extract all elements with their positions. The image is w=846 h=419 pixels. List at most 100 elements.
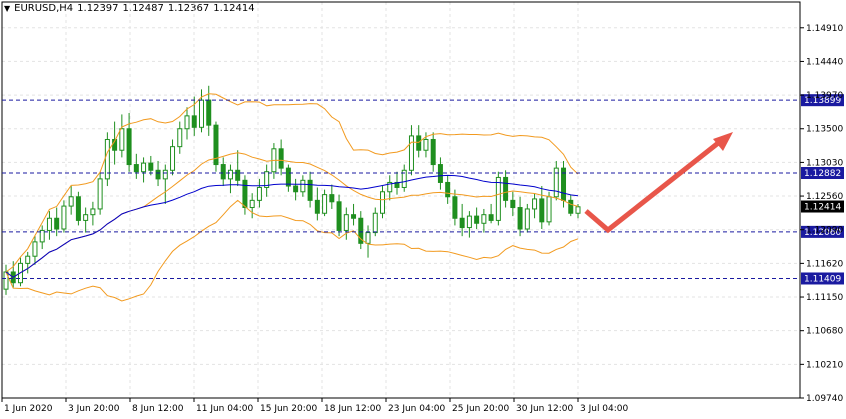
- candle-body: [437, 164, 443, 183]
- current-price-label: 1.12414: [804, 203, 841, 213]
- candle: [264, 164, 270, 197]
- candle: [249, 193, 255, 219]
- candle: [524, 203, 530, 233]
- candle: [474, 207, 480, 230]
- level-label: 1.12882: [804, 169, 841, 179]
- candle: [401, 164, 407, 192]
- candle: [25, 251, 31, 274]
- candle: [141, 157, 147, 183]
- candle: [83, 207, 89, 233]
- candle: [336, 194, 342, 237]
- forecast-arrow-icon[interactable]: [584, 132, 733, 234]
- candle-body: [293, 185, 299, 193]
- candle: [466, 211, 472, 238]
- candle: [351, 203, 357, 226]
- candle-body: [372, 212, 378, 234]
- candle: [133, 153, 139, 179]
- y-tick-label: 1.14440: [806, 57, 843, 67]
- x-tick-label: 18 Jun 12:00: [324, 404, 381, 414]
- candle-body: [133, 164, 139, 173]
- candle: [307, 171, 313, 208]
- forecast-arrow-line: [584, 138, 724, 234]
- y-axis: 1.14910 1.14440 1.13970 1.13500 1.13030 1.125…: [800, 24, 843, 404]
- candle: [278, 139, 284, 176]
- candle: [517, 196, 523, 237]
- candle-body: [278, 148, 284, 169]
- candle: [380, 186, 386, 219]
- candle-body: [322, 194, 328, 214]
- y-tick-label: 1.12560: [806, 192, 843, 202]
- candle-body: [416, 135, 422, 151]
- candle-body: [452, 196, 458, 219]
- candle: [184, 107, 190, 140]
- candle: [68, 186, 74, 215]
- candle: [481, 208, 487, 233]
- candle: [329, 184, 335, 209]
- candle: [90, 201, 96, 226]
- y-tick-label: 1.10680: [806, 327, 843, 337]
- candle-body: [206, 99, 212, 126]
- candle: [314, 187, 320, 221]
- candle: [532, 193, 538, 219]
- moving-average: [5, 174, 579, 278]
- x-tick-label: 11 Jun 04:00: [196, 404, 253, 414]
- candle-body: [83, 214, 89, 221]
- candle-body: [532, 198, 538, 210]
- candle: [322, 189, 328, 217]
- candle-body: [336, 201, 342, 231]
- candle: [452, 189, 458, 226]
- candle-body: [423, 138, 429, 151]
- candle: [3, 264, 9, 295]
- x-tick-label: 30 Jun 12:00: [516, 404, 573, 414]
- candle-body: [539, 198, 545, 223]
- candle-body: [191, 115, 197, 128]
- candle: [220, 157, 226, 187]
- candle: [539, 186, 545, 230]
- candle: [198, 89, 204, 133]
- candle-body: [365, 232, 371, 244]
- forecast-arrowhead: [713, 132, 733, 151]
- candle: [285, 164, 291, 192]
- candle-body: [148, 162, 154, 171]
- candle: [445, 175, 451, 204]
- candle-body: [430, 138, 436, 166]
- candle: [104, 132, 110, 187]
- y-tick-label: 1.12090: [806, 226, 843, 236]
- candle-body: [524, 208, 530, 230]
- candle: [430, 132, 436, 172]
- candle: [343, 207, 349, 240]
- candle: [387, 175, 393, 201]
- price-chart[interactable]: 1.138991.128821.120601.114091.124141.149…: [0, 0, 846, 419]
- candle-body: [97, 178, 103, 210]
- candle: [126, 112, 132, 172]
- candle: [568, 194, 574, 217]
- x-tick-label: 1 Jun 2020: [4, 404, 53, 414]
- grid: [1, 2, 800, 399]
- candle-body: [495, 176, 501, 221]
- candle-body: [162, 169, 168, 180]
- candle-body: [314, 199, 320, 214]
- y-tick-label: 1.10210: [806, 360, 843, 370]
- candle-body: [184, 115, 190, 130]
- candle-body: [75, 196, 81, 221]
- x-tick-label: 3 Jun 20:00: [68, 404, 120, 414]
- candle: [365, 225, 371, 258]
- candle-body: [68, 196, 74, 207]
- candle-body: [307, 179, 313, 201]
- candle: [408, 125, 414, 176]
- candle: [358, 211, 364, 250]
- candle-body: [198, 99, 204, 128]
- candle-body: [474, 215, 480, 224]
- candle: [177, 121, 183, 154]
- candle: [503, 170, 509, 208]
- y-tick-label: 1.11620: [806, 259, 843, 269]
- candle-body: [61, 205, 67, 230]
- candle-body: [227, 169, 233, 180]
- y-tick-label: 1.09740: [806, 394, 843, 404]
- candle-body: [553, 167, 559, 198]
- candle-body: [126, 128, 132, 166]
- candle: [459, 203, 465, 237]
- candle: [119, 114, 125, 158]
- levels: 1.138991.128821.120601.11409: [2, 94, 844, 285]
- candle-body: [256, 186, 262, 201]
